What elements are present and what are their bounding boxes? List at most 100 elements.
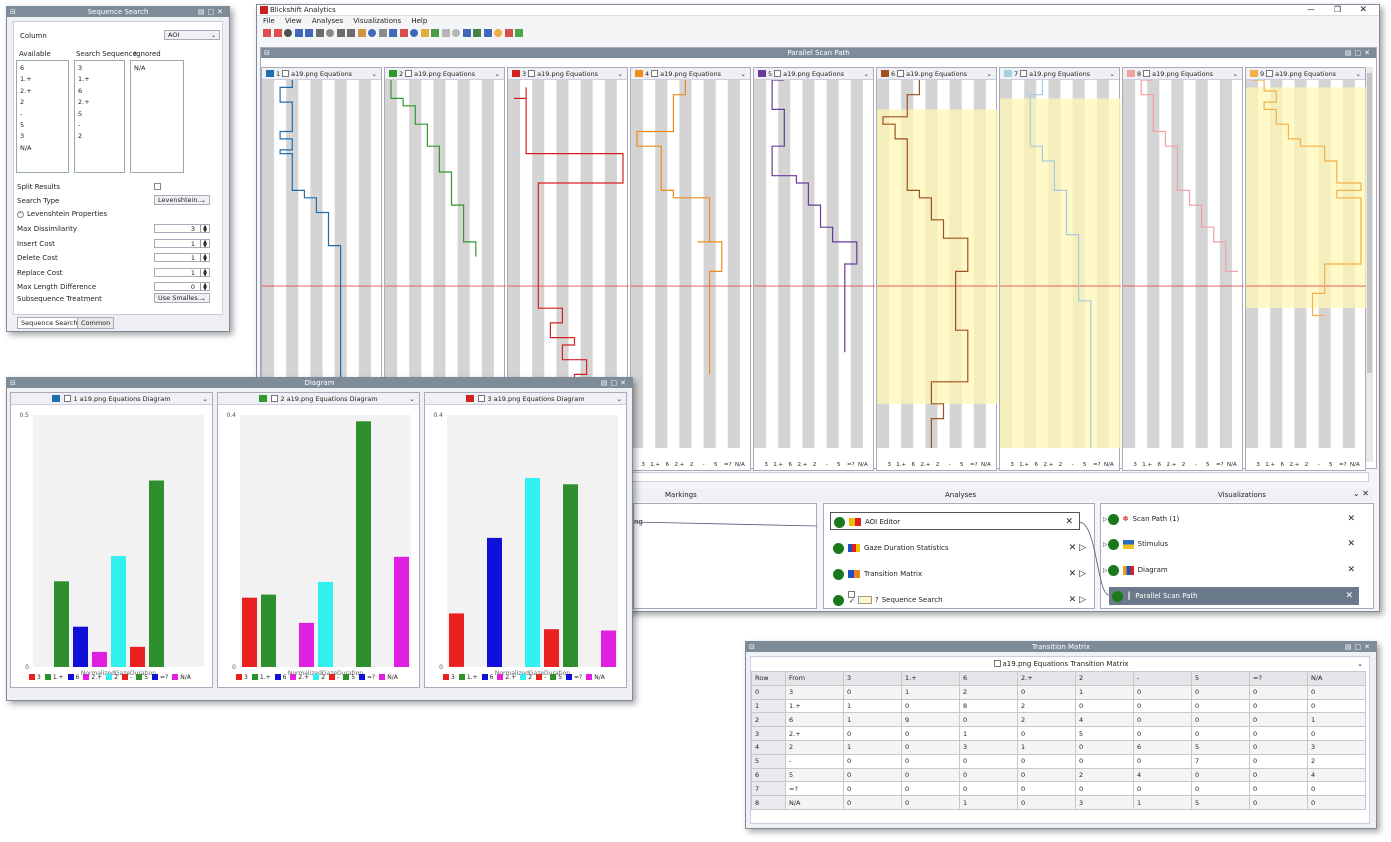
column-header[interactable]: =? [1249,671,1308,686]
chevron-down-icon[interactable]: ⌄ [410,393,415,405]
chevron-down-icon[interactable]: ⌄ [495,68,500,79]
column-checkbox[interactable] [897,70,905,77]
pin-icon[interactable]: ⊟ [10,378,16,388]
chevron-down-icon[interactable]: ⌄ [1356,68,1361,79]
scan-path-column[interactable]: 6 a19.png Equations ⌄ 3 1.+ 6 2.+ 2 - 5 =? N/A [876,67,998,471]
bar[interactable] [149,480,164,668]
bar[interactable] [261,594,276,667]
list-item[interactable]: 2 [78,131,121,142]
toolbar-tool-icon[interactable] [494,29,502,37]
bar[interactable] [73,626,88,667]
available-list[interactable]: 6 1.+ 2.+ 2-5 3 N/A [16,60,69,173]
list-item[interactable]: 2 [20,97,65,108]
color-swatch[interactable] [758,70,766,77]
remove-analysis-button[interactable]: ✕ [1065,513,1073,531]
toolbar-tool-icon[interactable] [399,29,408,37]
remove-vis-button[interactable]: ✕ [1345,587,1353,605]
bar[interactable] [544,629,559,667]
pipeline-controls[interactable]: ⌄ ✕ [1353,489,1369,498]
bar[interactable] [242,597,257,667]
chevron-down-icon[interactable]: ⌄ [1110,68,1115,79]
list-item[interactable]: - [78,120,121,131]
remove-vis-button[interactable]: ✕ [1347,535,1355,553]
column-header[interactable]: 2 [1075,671,1134,686]
toolbar-tool-icon[interactable] [483,29,492,37]
vis-scan-path[interactable]: ▷ ✽ Scan Path (1) ✕ [1103,510,1361,528]
analysis-aoi-editor[interactable]: AOI Editor ✕ [830,512,1080,530]
chart-checkbox[interactable] [478,395,486,402]
menu-visualizations[interactable]: Visualizations [353,17,401,25]
collapse-icon[interactable]: ⌃ [17,211,24,218]
color-swatch[interactable] [1127,70,1135,77]
bar[interactable] [92,651,107,667]
toolbar-tool-icon[interactable] [420,29,429,37]
stepper-arrows-icon[interactable]: ▲ ▼ [200,283,209,292]
toolbar-tool-icon[interactable] [473,29,481,37]
chevron-down-icon[interactable]: ⌄ [372,68,377,79]
column-header[interactable]: Row [751,671,786,686]
toolbar-tool-icon[interactable] [347,29,355,37]
bar[interactable] [111,556,126,667]
toolbar-tool-icon[interactable] [284,29,292,37]
panel-controls[interactable]: ▤□✕ [1345,48,1373,58]
toolbar-tool-icon[interactable] [294,29,303,37]
list-item[interactable]: 2.+ [78,97,121,108]
levenshtein-expander[interactable]: ⌃ Levenshtein Properties [17,210,107,218]
tm-dropdown-icon[interactable]: ⌄ [1357,657,1363,671]
analysis-gaze-duration[interactable]: Gaze Duration Statistics ✕ ▷ [830,539,1092,557]
remove-analysis-button[interactable]: ✕ ▷ [1069,565,1086,583]
color-swatch[interactable] [266,70,274,77]
column-checkbox[interactable] [1143,70,1151,77]
search-sequence-list[interactable]: 3 1.+ 6 2.+ 5-2 [74,60,125,173]
chevron-down-icon[interactable]: ⌄ [741,68,746,79]
marking-item[interactable]: ng [634,518,643,526]
toolbar-tool-icon[interactable] [431,29,439,37]
column-header[interactable]: 6 [959,671,1018,686]
bar[interactable] [299,622,314,667]
pin-icon[interactable]: ⊟ [264,48,270,58]
vis-stimulus[interactable]: ▷ Stimulus ✕ [1103,535,1361,553]
stepper-arrows-icon[interactable]: ▲ ▼ [200,225,209,234]
maximize-button[interactable]: ❐ [1334,5,1341,15]
scan-path-column[interactable]: 5 a19.png Equations ⌄ 3 1.+ 6 2.+ 2 - 5 =? N/A [753,67,875,471]
bar[interactable] [449,613,464,667]
param-stepper[interactable]: 1 ▲ ▼ [154,238,210,248]
chart-header[interactable]: 1 a19.png Equations Diagram ⌄ [11,393,212,405]
chevron-down-icon[interactable]: ⌄ [203,393,208,405]
column-checkbox[interactable] [405,70,413,77]
bar[interactable] [525,478,540,667]
scan-path-column-header[interactable]: 9 a19.png Equations ⌄ [1246,68,1365,80]
scan-path-column-header[interactable]: 7 a19.png Equations ⌄ [1000,68,1119,80]
toolbar-tool-icon[interactable] [452,29,460,37]
list-item[interactable]: 6 [20,63,65,74]
toolbar-tool-icon[interactable] [515,29,523,37]
list-item[interactable]: - [20,109,65,120]
param-stepper[interactable]: 0 ▲ ▼ [154,282,210,292]
toolbar-tool-icon[interactable] [357,29,366,37]
panel-controls[interactable]: ▤□✕ [198,7,226,17]
split-results-checkbox[interactable] [154,183,161,190]
column-checkbox[interactable] [774,70,782,77]
toolbar-tool-icon[interactable] [378,29,387,37]
sequence-search-checkbox[interactable]: ✓ [848,591,855,605]
column-header[interactable]: - [1133,671,1192,686]
toolbar-tool-icon[interactable] [441,29,450,37]
toolbar-tool-icon[interactable] [305,29,313,37]
list-item[interactable]: N/A [134,63,180,74]
pin-icon[interactable]: ⊟ [749,642,755,652]
scan-path-column-header[interactable]: 2 a19.png Equations ⌄ [385,68,504,80]
column-checkbox[interactable] [528,70,536,77]
column-checkbox[interactable] [1266,70,1274,77]
bar[interactable] [356,421,371,667]
bar[interactable] [487,537,502,667]
scan-path-column-header[interactable]: 5 a19.png Equations ⌄ [754,68,873,80]
chevron-down-icon[interactable]: ⌄ [617,393,622,405]
chart-header[interactable]: 3 a19.png Equations Diagram ⌄ [425,393,626,405]
scan-path-column-header[interactable]: 8 a19.png Equations ⌄ [1123,68,1242,80]
toolbar-tool-icon[interactable] [326,29,334,37]
column-header[interactable]: From [785,671,844,686]
toolbar-tool-icon[interactable] [462,29,471,37]
scan-path-column[interactable]: 8 a19.png Equations ⌄ 3 1.+ 6 2.+ 2 - 5 =? N/A [1122,67,1244,471]
list-item[interactable]: 1.+ [20,74,65,85]
param-stepper[interactable]: 1 ▲ ▼ [154,267,210,277]
